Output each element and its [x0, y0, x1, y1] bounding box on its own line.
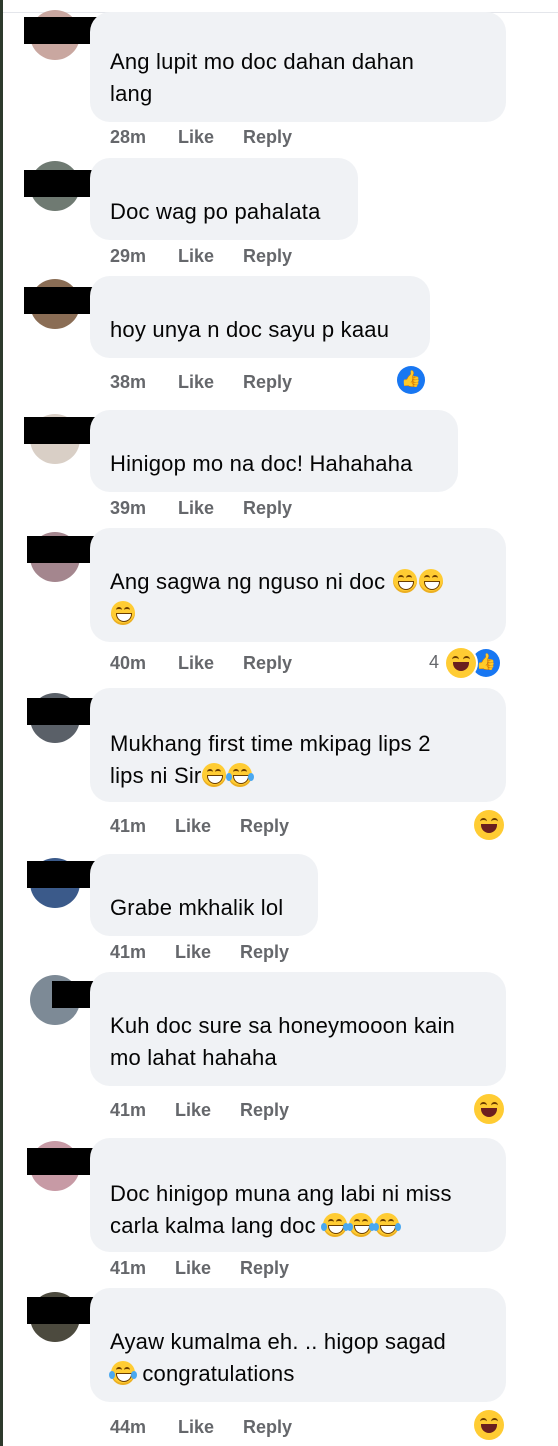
timestamp[interactable]: 39m [110, 498, 146, 519]
rolling-laughing-emoji-icon [347, 1213, 376, 1237]
comment-text: Hinigop mo na doc! Hahahaha [110, 451, 413, 476]
haha-icon[interactable] [446, 648, 476, 678]
reply-link[interactable]: Reply [243, 498, 292, 519]
timestamp[interactable]: 41m [110, 1100, 146, 1121]
left-edge-strip [0, 0, 3, 1446]
like-link[interactable]: Like [178, 653, 214, 674]
grinning-emoji-icon [111, 601, 135, 625]
grinning-sweat-emoji-icon [202, 763, 227, 787]
reply-link[interactable]: Reply [240, 1100, 289, 1121]
timestamp[interactable]: 28m [110, 127, 146, 148]
comment-bubble: hoy unya n doc sayu p kaau [90, 276, 430, 358]
comment-text: lang [110, 81, 153, 106]
comment-text: Doc hinigop muna ang labi ni miss [110, 1181, 452, 1206]
like-icon[interactable]: 👍 [397, 366, 425, 394]
rolling-laughing-emoji-icon [321, 1213, 350, 1237]
comment-text: Mukhang first time mkipag lips 2 [110, 731, 431, 756]
comment-bubble: Ayaw kumalma eh. .. higop sagad congratu… [90, 1288, 506, 1402]
comment-bubble: Doc hinigop muna ang labi ni miss carla … [90, 1138, 506, 1252]
like-link[interactable]: Like [178, 372, 214, 393]
timestamp[interactable]: 38m [110, 372, 146, 393]
comment-text: carla kalma lang doc [110, 1213, 316, 1238]
like-link[interactable]: Like [175, 1100, 211, 1121]
comment-bubble: Hinigop mo na doc! Hahahaha [90, 410, 458, 492]
like-link[interactable]: Like [175, 1258, 211, 1279]
tears-of-joy-emoji-icon [109, 1361, 137, 1385]
haha-icon[interactable] [474, 810, 504, 840]
comment-text: congratulations [142, 1361, 295, 1386]
comment-text: mo lahat hahaha [110, 1045, 277, 1070]
comment-text: Kuh doc sure sa honeymooon kain [110, 1013, 455, 1038]
rolling-laughing-emoji-icon [226, 763, 255, 787]
comment-text: Doc wag po pahalata [110, 199, 321, 224]
reply-link[interactable]: Reply [243, 127, 292, 148]
comment-bubble: Kuh doc sure sa honeymooon kain mo lahat… [90, 972, 506, 1086]
comment-bubble: Ang lupit mo doc dahan dahan lang [90, 12, 506, 122]
haha-icon[interactable] [474, 1094, 504, 1124]
comment-text: Ang lupit mo doc dahan dahan [110, 49, 415, 74]
timestamp[interactable]: 40m [110, 653, 146, 674]
timestamp[interactable]: 29m [110, 246, 146, 267]
reply-link[interactable]: Reply [240, 1258, 289, 1279]
haha-icon[interactable] [474, 1410, 504, 1440]
timestamp[interactable]: 41m [110, 942, 146, 963]
comment-bubble: Grabe mkhalik lol [90, 854, 318, 936]
reply-link[interactable]: Reply [240, 942, 289, 963]
like-link[interactable]: Like [175, 942, 211, 963]
comment-text: Ang sagwa ng nguso ni doc [110, 569, 386, 594]
reply-link[interactable]: Reply [240, 816, 289, 837]
like-link[interactable]: Like [178, 1417, 214, 1438]
grinning-emoji-icon [392, 569, 417, 593]
timestamp[interactable]: 44m [110, 1417, 146, 1438]
like-link[interactable]: Like [175, 816, 211, 837]
like-link[interactable]: Like [178, 127, 214, 148]
comment-bubble: Ang sagwa ng nguso ni doc [90, 528, 506, 642]
comment-bubble: Doc wag po pahalata [90, 158, 358, 240]
like-link[interactable]: Like [178, 498, 214, 519]
comment-text: hoy unya n doc sayu p kaau [110, 317, 390, 342]
comment-text: Ayaw kumalma eh. .. higop sagad [110, 1329, 446, 1354]
like-link[interactable]: Like [178, 246, 214, 267]
rolling-laughing-emoji-icon [373, 1213, 402, 1237]
comment-bubble: Mukhang first time mkipag lips 2 lips ni… [90, 688, 506, 802]
reply-link[interactable]: Reply [243, 246, 292, 267]
comment-text: lips ni Sir [110, 763, 202, 788]
reply-link[interactable]: Reply [243, 372, 292, 393]
timestamp[interactable]: 41m [110, 816, 146, 837]
reply-link[interactable]: Reply [243, 1417, 292, 1438]
grinning-emoji-icon [418, 569, 443, 593]
comment-text: Grabe mkhalik lol [110, 895, 284, 920]
reaction-count[interactable]: 4 [429, 652, 439, 673]
like-icon[interactable]: 👍 [472, 649, 500, 677]
reply-link[interactable]: Reply [243, 653, 292, 674]
timestamp[interactable]: 41m [110, 1258, 146, 1279]
